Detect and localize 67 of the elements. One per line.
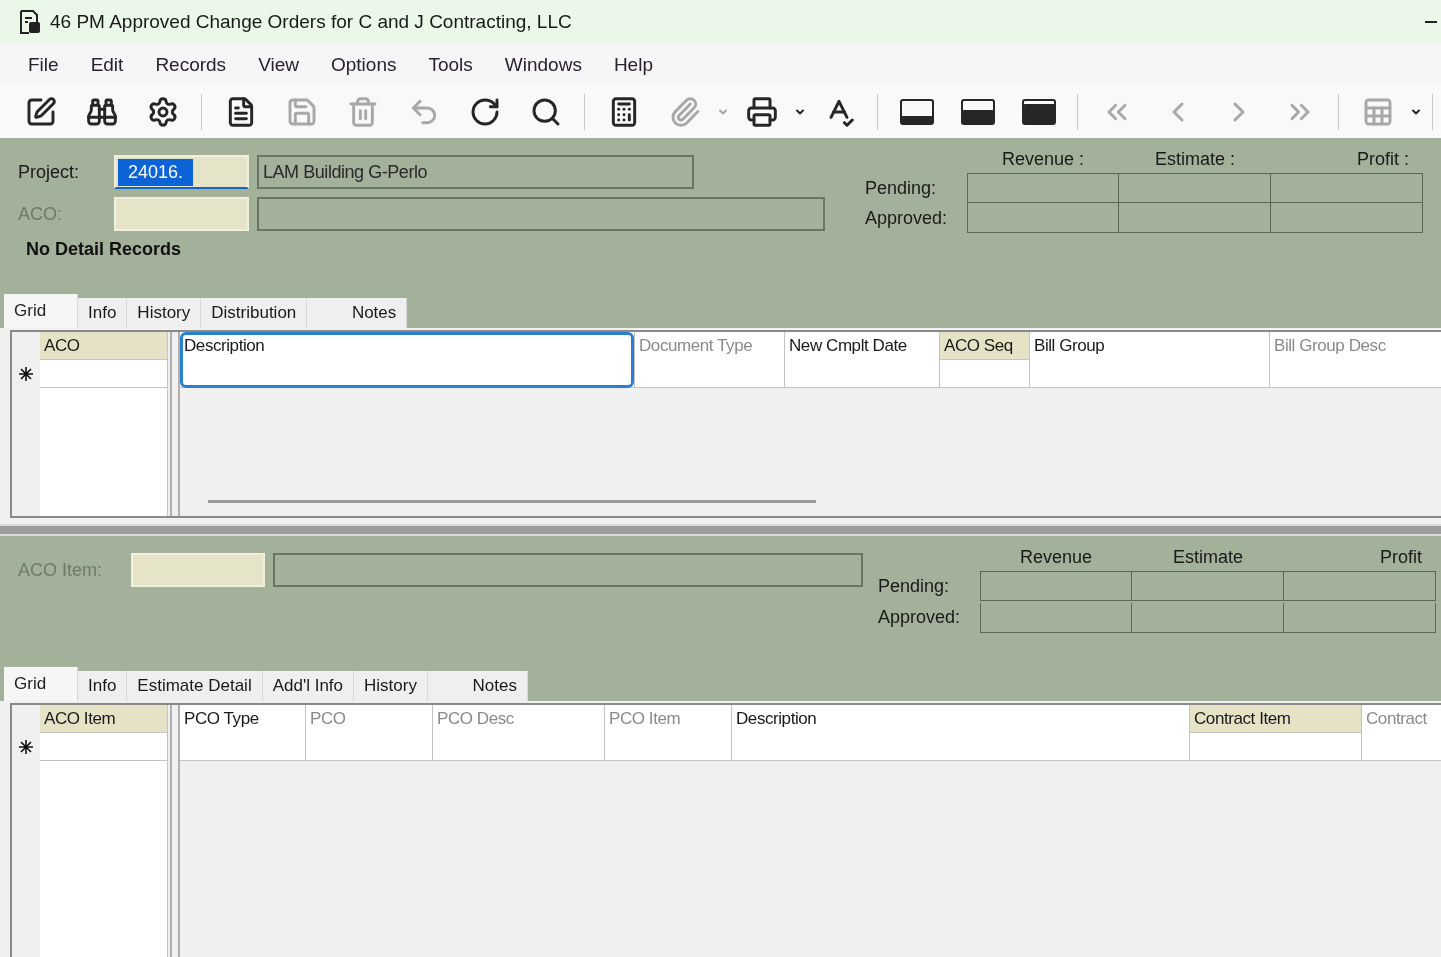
column-heading: Profit :: [1356, 148, 1410, 171]
amount-field[interactable]: [1271, 203, 1423, 233]
row-label: Pending:: [878, 574, 951, 598]
column-heading: Profit: [1379, 546, 1423, 569]
app-icon: [18, 9, 42, 35]
amount-field[interactable]: [1132, 571, 1284, 601]
tab[interactable]: Distribution: [201, 298, 308, 328]
menu-item[interactable]: Help: [597, 50, 669, 80]
tab[interactable]: History: [354, 671, 428, 701]
menu-item[interactable]: Tools: [412, 50, 489, 80]
menu-item[interactable]: File: [12, 50, 75, 80]
description-field[interactable]: [257, 197, 825, 231]
amount-field[interactable]: [1119, 203, 1271, 233]
row-label: Approved:: [865, 206, 949, 230]
menu-item[interactable]: Windows: [488, 50, 598, 80]
gear-icon: [146, 96, 179, 128]
new-row-icon: [19, 367, 33, 381]
column-heading: Estimate: [1172, 546, 1244, 569]
description-field[interactable]: [272, 553, 863, 587]
column-splitter[interactable]: [170, 705, 180, 957]
field-value: 24016.: [118, 158, 194, 186]
tab[interactable]: History: [127, 298, 202, 328]
column-header[interactable]: ACO Item: [40, 705, 167, 733]
tab[interactable]: Estimate Detail: [127, 671, 263, 701]
column-heading: Revenue: [1018, 546, 1094, 569]
amount-field[interactable]: [1119, 173, 1271, 203]
column-header[interactable]: ACO: [40, 332, 167, 360]
tab[interactable]: Info: [78, 671, 128, 701]
window-title: 46 PM Approved Change Orders for C and J Contracting, LLC: [50, 9, 572, 34]
column-heading: Estimate :: [1154, 148, 1236, 171]
amount-field[interactable]: [967, 203, 1119, 233]
menu-item[interactable]: Options: [314, 50, 413, 80]
amount-field[interactable]: [980, 571, 1132, 601]
amount-field[interactable]: [980, 603, 1132, 633]
tab[interactable]: Add'l Info: [262, 671, 355, 701]
field-label: Project:: [18, 160, 81, 184]
layout-icon: [1021, 98, 1056, 126]
status-message: No Detail Records: [25, 238, 183, 261]
amount-field[interactable]: [1284, 571, 1436, 601]
tab[interactable]: Grid: [4, 667, 78, 701]
printer-icon: [745, 96, 778, 128]
menu-item[interactable]: Edit: [74, 50, 140, 80]
tab[interactable]: Notes: [427, 671, 528, 701]
row-label: Approved:: [878, 605, 962, 629]
menu-item[interactable]: Records: [139, 50, 243, 80]
column-heading: Revenue :: [1000, 148, 1086, 171]
pane-splitter[interactable]: [0, 524, 1441, 536]
tab[interactable]: Notes: [307, 298, 408, 328]
row-label: Pending:: [865, 176, 938, 200]
layout-icon: [899, 98, 934, 126]
tab[interactable]: Info: [78, 298, 128, 328]
menu-item[interactable]: View: [242, 50, 315, 80]
field-value: LAM Building G-Perlo: [263, 160, 428, 184]
code-field[interactable]: 24016.: [114, 155, 249, 189]
column-header[interactable]: ACO Seq: [940, 332, 1029, 360]
column-splitter[interactable]: [170, 332, 180, 516]
amount-field[interactable]: [967, 173, 1119, 203]
amount-field[interactable]: [1132, 603, 1284, 633]
amount-field[interactable]: [1284, 603, 1436, 633]
new-row-icon: [19, 740, 33, 754]
amount-field[interactable]: [1271, 173, 1423, 203]
binoculars-icon: [85, 96, 118, 128]
column-header[interactable]: Contract Item: [1190, 705, 1361, 733]
layout-icon: [960, 98, 995, 126]
tab[interactable]: Grid: [4, 294, 78, 328]
scrollbar[interactable]: [208, 500, 816, 503]
description-field[interactable]: LAM Building G-Perlo: [257, 155, 694, 189]
